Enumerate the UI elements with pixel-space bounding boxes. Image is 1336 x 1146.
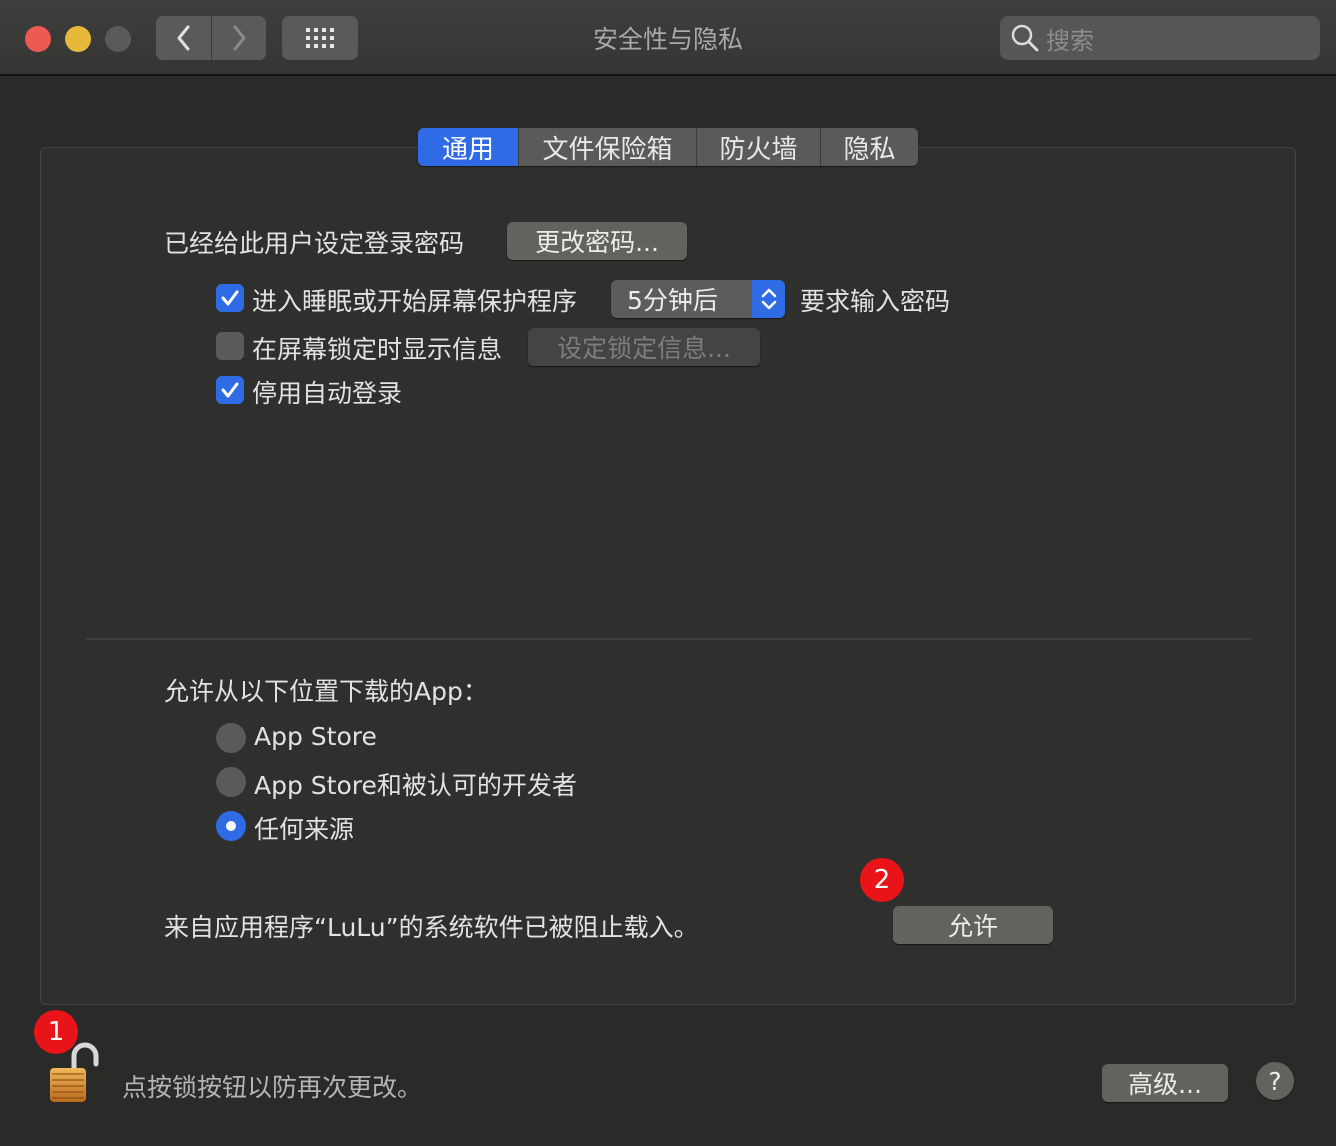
disable-autologin-checkbox[interactable] [216, 376, 244, 404]
tab-bar: 通用 文件保险箱 防火墙 隐私 [418, 128, 918, 166]
set-lock-message-button[interactable]: 设定锁定信息... [528, 328, 760, 366]
advanced-button[interactable]: 高级... [1102, 1064, 1228, 1102]
title-bar: 安全性与隐私 搜索 [0, 0, 1336, 76]
radio-identified-developers-label: App Store和被认可的开发者 [254, 771, 577, 800]
require-password-label: 进入睡眠或开始屏幕保护程序 [252, 287, 578, 316]
password-delay-popup[interactable]: 5分钟后 [611, 280, 785, 318]
grid-icon [306, 28, 334, 48]
tab-filevault[interactable]: 文件保险箱 [518, 128, 696, 166]
minimize-window-button[interactable] [65, 26, 91, 52]
lock-step-badge: 1 [34, 1010, 78, 1054]
change-password-button[interactable]: 更改密码... [507, 222, 687, 260]
require-password-checkbox[interactable] [216, 284, 244, 312]
radio-identified-developers[interactable] [216, 767, 246, 797]
search-icon [1011, 24, 1039, 52]
show-lock-message-label: 在屏幕锁定时显示信息 [252, 335, 503, 364]
checkmark-icon [221, 290, 239, 306]
password-delay-value: 5分钟后 [627, 286, 718, 315]
allow-button[interactable]: 允许 [893, 906, 1053, 944]
lock-hint-text: 点按锁按钮以防再次更改。 [122, 1073, 423, 1102]
require-password-suffix: 要求输入密码 [800, 287, 951, 316]
radio-app-store[interactable] [216, 723, 246, 753]
window-title: 安全性与隐私 [592, 25, 743, 54]
chevron-right-icon [233, 25, 246, 51]
blocked-software-message: 来自应用程序“LuLu”的系统软件已被阻止载入。 [164, 913, 699, 942]
radio-app-store-label: App Store [254, 722, 377, 751]
chevron-left-icon [177, 25, 189, 51]
tab-firewall[interactable]: 防火墙 [696, 128, 820, 166]
forward-button[interactable] [211, 16, 266, 60]
search-placeholder: 搜索 [1046, 26, 1094, 55]
radio-selected-dot [226, 821, 236, 831]
tab-privacy[interactable]: 隐私 [820, 128, 918, 166]
general-panel [40, 147, 1296, 1005]
radio-anywhere-label: 任何来源 [254, 815, 355, 844]
back-button[interactable] [156, 16, 211, 60]
search-field[interactable]: 搜索 [1000, 16, 1320, 60]
radio-anywhere[interactable] [216, 811, 246, 841]
disable-autologin-label: 停用自动登录 [252, 379, 403, 408]
checkmark-icon [221, 382, 239, 398]
tab-general[interactable]: 通用 [418, 128, 518, 166]
help-button[interactable]: ? [1256, 1062, 1294, 1100]
password-set-label: 已经给此用户设定登录密码 [164, 229, 465, 258]
navigation-buttons [156, 16, 266, 60]
show-lock-message-checkbox[interactable] [216, 332, 244, 360]
downloads-heading: 允许从以下位置下载的App： [164, 677, 488, 706]
show-all-button[interactable] [282, 16, 358, 60]
zoom-window-button[interactable] [105, 26, 131, 52]
allow-step-badge: 2 [860, 858, 904, 902]
close-window-button[interactable] [25, 26, 51, 52]
section-divider [86, 638, 1251, 640]
popup-arrows-icon [752, 280, 785, 318]
